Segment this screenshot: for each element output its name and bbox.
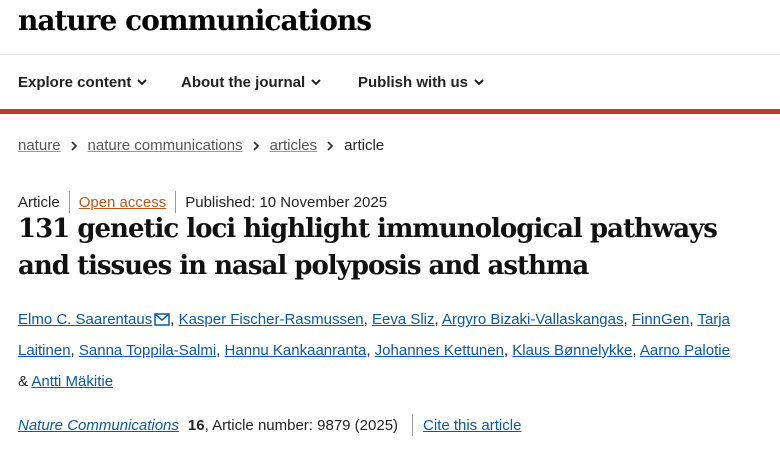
open-access-link[interactable]: Open access bbox=[79, 194, 167, 211]
chevron-right-icon bbox=[327, 140, 334, 151]
site-header: nature communications bbox=[0, 0, 780, 55]
author-joiner: & bbox=[18, 373, 29, 390]
volume-number: 16 bbox=[187, 416, 205, 434]
author-link[interactable]: Johannes Kettunen bbox=[375, 342, 504, 359]
nav-label: Explore content bbox=[18, 74, 132, 91]
chevron-right-icon bbox=[70, 140, 77, 151]
envelope-icon[interactable] bbox=[154, 313, 170, 326]
chevron-down-icon bbox=[137, 79, 148, 86]
author-link[interactable]: Aarno Palotie bbox=[640, 342, 730, 359]
author-link[interactable]: Elmo C. Saarentaus bbox=[18, 311, 152, 328]
main-nav: Explore content About the journal Publis… bbox=[0, 55, 780, 114]
author-link[interactable]: FinnGen bbox=[632, 311, 690, 328]
author-link[interactable]: Eeva Sliz bbox=[372, 311, 435, 328]
breadcrumb-nature[interactable]: nature bbox=[18, 137, 61, 154]
chevron-down-icon bbox=[474, 79, 484, 86]
article-type: Article bbox=[18, 193, 60, 211]
nav-explore-content[interactable]: Explore content bbox=[18, 74, 148, 91]
breadcrumb: nature nature communications articles ar… bbox=[18, 137, 384, 154]
author-link[interactable]: Sanna Toppila-Salmi bbox=[79, 342, 216, 359]
author-link[interactable]: Antti Mäkitie bbox=[31, 373, 113, 390]
author-link[interactable]: Kasper Fischer-Rasmussen bbox=[179, 311, 364, 328]
article-number: , Article number: 9879 (2025) bbox=[204, 416, 399, 434]
divider bbox=[68, 191, 70, 213]
cite-article-link[interactable]: Cite this article bbox=[423, 417, 521, 434]
breadcrumb-articles[interactable]: articles bbox=[270, 137, 318, 154]
article-meta: Article Open access Published: 10 Novemb… bbox=[18, 191, 388, 213]
author-link[interactable]: Argyro Bizaki-Vallaskangas bbox=[442, 311, 623, 328]
divider bbox=[175, 191, 177, 213]
chevron-down-icon bbox=[311, 79, 321, 86]
published-date: Published: 10 November 2025 bbox=[185, 193, 388, 211]
nav-about-journal[interactable]: About the journal bbox=[181, 74, 321, 91]
author-link[interactable]: Hannu Kankaanranta bbox=[225, 342, 367, 359]
nav-label: About the journal bbox=[181, 74, 306, 91]
author-link[interactable]: Klaus Bønnelykke bbox=[512, 342, 632, 359]
journal-link[interactable]: Nature Communications bbox=[18, 417, 179, 434]
article-title: 131 genetic loci highlight immunological… bbox=[18, 214, 718, 281]
nav-publish-with-us[interactable]: Publish with us bbox=[358, 74, 484, 91]
breadcrumb-nature-communications[interactable]: nature communications bbox=[88, 137, 243, 154]
chevron-right-icon bbox=[252, 140, 259, 151]
citation-line: Nature Communications 16 , Article numbe… bbox=[18, 414, 521, 436]
divider bbox=[412, 414, 414, 436]
journal-logo[interactable]: nature communications bbox=[18, 4, 372, 37]
breadcrumb-current: article bbox=[344, 137, 385, 154]
nav-label: Publish with us bbox=[358, 74, 469, 91]
author-list: Elmo C. Saarentaus, Kasper Fischer-Rasmu… bbox=[18, 311, 730, 390]
